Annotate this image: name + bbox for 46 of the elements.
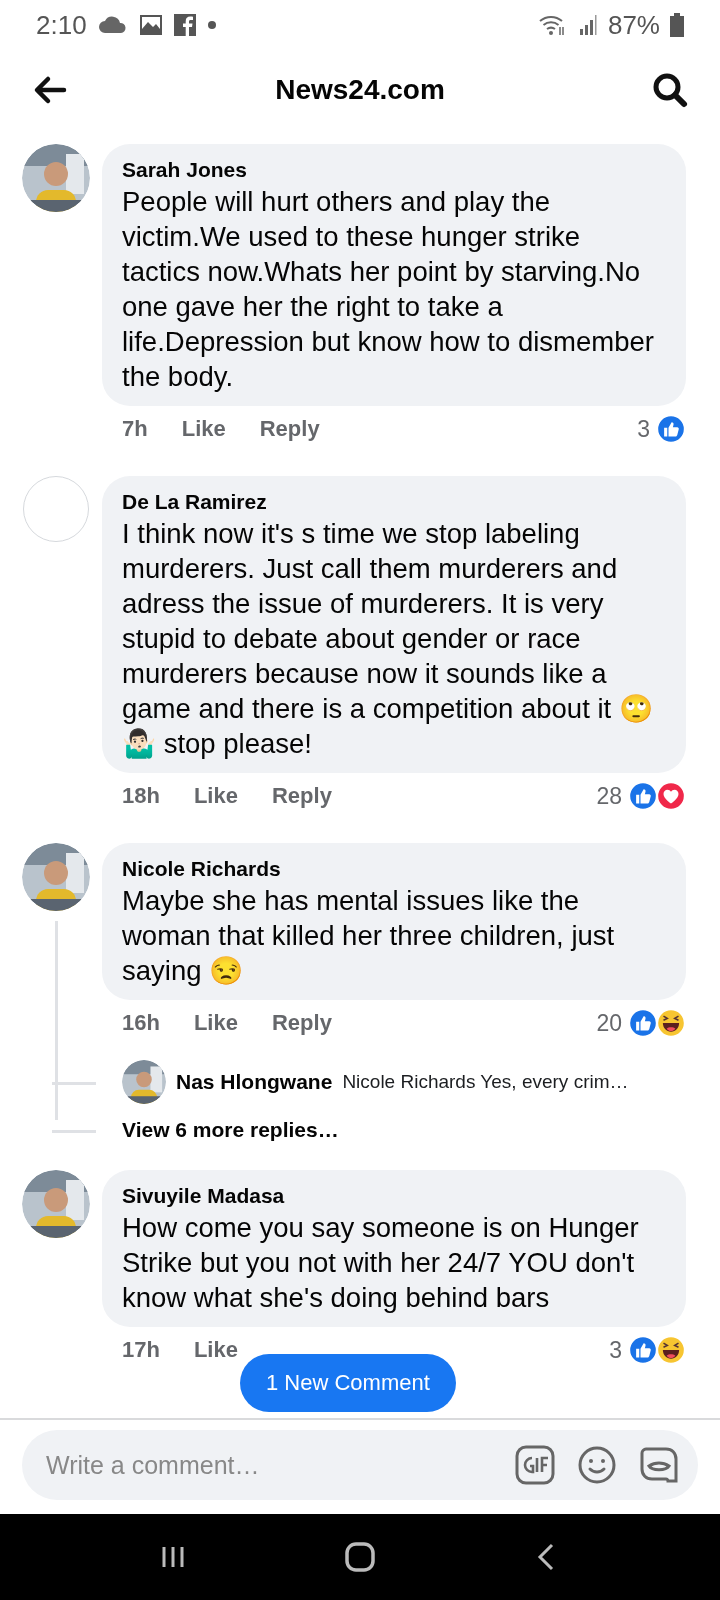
comment-text: People will hurt others and play the victim.We used to these hunger strike tactics now.Whats her point by starving.No one gave her the right to take a life.Depression but know how to dismember the body.	[122, 185, 655, 394]
commenter-name[interactable]: Sarah Jones	[122, 156, 658, 184]
reply-author[interactable]: Nas Hlongwane	[176, 1070, 333, 1094]
battery-icon	[670, 13, 684, 37]
reply-preview[interactable]: Nicole Richards Yes, every crim…	[342, 1071, 629, 1093]
reaction-count: 20	[596, 1009, 622, 1037]
comment-input[interactable]: Write a comment…	[44, 1449, 494, 1481]
reaction-count: 3	[637, 415, 650, 443]
thumbs-up-icon	[628, 1335, 658, 1365]
laughing-face-icon	[656, 1335, 686, 1365]
commenter-name[interactable]: Nicole Richards	[122, 855, 658, 883]
smiley-icon[interactable]	[576, 1444, 618, 1486]
gif-icon[interactable]	[514, 1444, 556, 1486]
like-link[interactable]: Like	[193, 1010, 238, 1036]
clock: 2:10	[36, 9, 87, 41]
reply-link[interactable]: Reply	[271, 1010, 332, 1036]
comment-time: 17h	[122, 1337, 160, 1363]
comment-time: 16h	[122, 1010, 160, 1036]
laughing-face-icon	[656, 1008, 686, 1038]
home-icon[interactable]	[342, 1539, 378, 1575]
like-link[interactable]: Like	[181, 416, 226, 442]
reaction-count: 3	[609, 1336, 622, 1364]
like-link[interactable]: Like	[193, 783, 238, 809]
thumbs-up-icon	[628, 781, 658, 811]
reply-link[interactable]: Reply	[271, 783, 332, 809]
page-title: News24.com	[275, 74, 445, 106]
commenter-name[interactable]: De La Ramirez	[122, 488, 658, 516]
comment-text: How come you say someone is on Hunger Strike but you not with her 24/7 YOU don't know what she's doing behind bars	[122, 1211, 640, 1315]
comment-time: 18h	[122, 783, 160, 809]
view-more-replies-link[interactable]: View 6 more replies…	[122, 1118, 339, 1142]
comment-text: Maybe she has mental issues like the woman that killed her three children, just saying 😒	[122, 884, 616, 988]
signal-icon	[577, 13, 598, 37]
thumbs-up-icon	[656, 414, 686, 444]
new-comment-button[interactable]: 1 New Comment	[240, 1354, 456, 1412]
reply-link[interactable]: Reply	[259, 416, 320, 442]
dot-icon	[206, 20, 217, 30]
like-link[interactable]: Like	[193, 1337, 238, 1363]
facebook-icon	[172, 13, 197, 37]
comment-time: 7h	[122, 416, 148, 442]
battery-percent: 87%	[607, 9, 660, 41]
image-icon	[138, 13, 163, 37]
comment-text: I think now it's s time we stop labeling murderers. Just call them murderers and adress the issue of murderers. It is very stupid to debate about gender or race murderers because now it sounds like a game and there is a competition about it 🙄 🤷🏻‍♂ stop please!	[122, 517, 654, 761]
commenter-name[interactable]: Sivuyile Madasa	[122, 1182, 658, 1210]
comment-field[interactable]: Write a comment…	[22, 1430, 698, 1500]
reaction-count: 28	[596, 782, 622, 810]
thumbs-up-icon	[628, 1008, 658, 1038]
